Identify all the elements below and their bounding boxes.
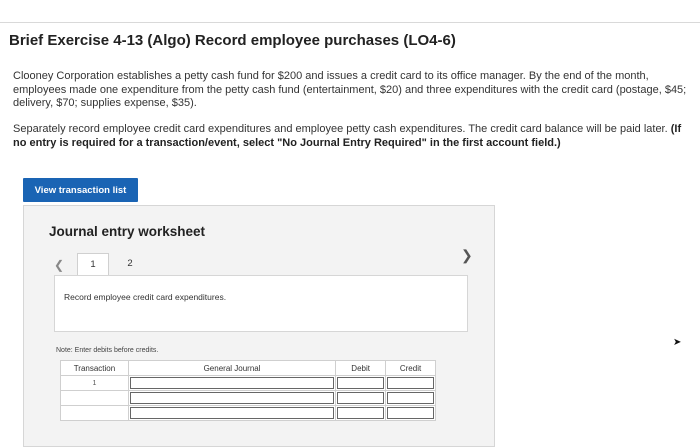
table-row: [60, 390, 436, 406]
table-row: 1: [60, 375, 436, 391]
transaction-number: [60, 390, 129, 406]
chevron-left-icon[interactable]: ❮: [54, 258, 64, 272]
account-field[interactable]: [127, 405, 337, 421]
header-divider: [0, 22, 700, 23]
journal-table: Transaction General Journal Debit Credit…: [60, 360, 436, 421]
instruction-box: Record employee credit card expenditures…: [54, 275, 468, 332]
debit-field[interactable]: [335, 390, 387, 406]
column-header-transaction: Transaction: [60, 360, 129, 376]
page-title: Brief Exercise 4-13 (Algo) Record employ…: [9, 32, 456, 49]
debit-field[interactable]: [335, 375, 387, 391]
credit-field[interactable]: [385, 405, 436, 421]
table-row: [60, 405, 436, 421]
instruction-text: Record employee credit card expenditures…: [64, 292, 227, 302]
account-field[interactable]: [127, 375, 337, 391]
transaction-number: [60, 405, 129, 421]
instructions-text: Separately record employee credit card e…: [13, 123, 671, 135]
credit-field[interactable]: [385, 375, 436, 391]
problem-instructions: Separately record employee credit card e…: [13, 123, 683, 150]
account-field[interactable]: [127, 390, 337, 406]
note-text: Note: Enter debits before credits.: [56, 347, 159, 354]
column-header-debit: Debit: [335, 360, 387, 376]
journal-entry-worksheet: Journal entry worksheet ❮ 1 2 Record emp…: [23, 205, 495, 447]
worksheet-title: Journal entry worksheet: [49, 224, 206, 239]
view-transaction-list-button[interactable]: View transaction list: [23, 178, 138, 202]
mouse-pointer-icon: ➤: [673, 337, 682, 348]
credit-field[interactable]: [385, 390, 436, 406]
transaction-number: 1: [60, 375, 129, 391]
chevron-right-icon[interactable]: ❯: [461, 247, 473, 264]
worksheet-tab-2[interactable]: 2: [117, 253, 143, 277]
debit-field[interactable]: [335, 405, 387, 421]
column-header-credit: Credit: [385, 360, 436, 376]
problem-description: Clooney Corporation establishes a petty …: [13, 70, 687, 109]
column-header-general-journal: General Journal: [127, 360, 337, 376]
